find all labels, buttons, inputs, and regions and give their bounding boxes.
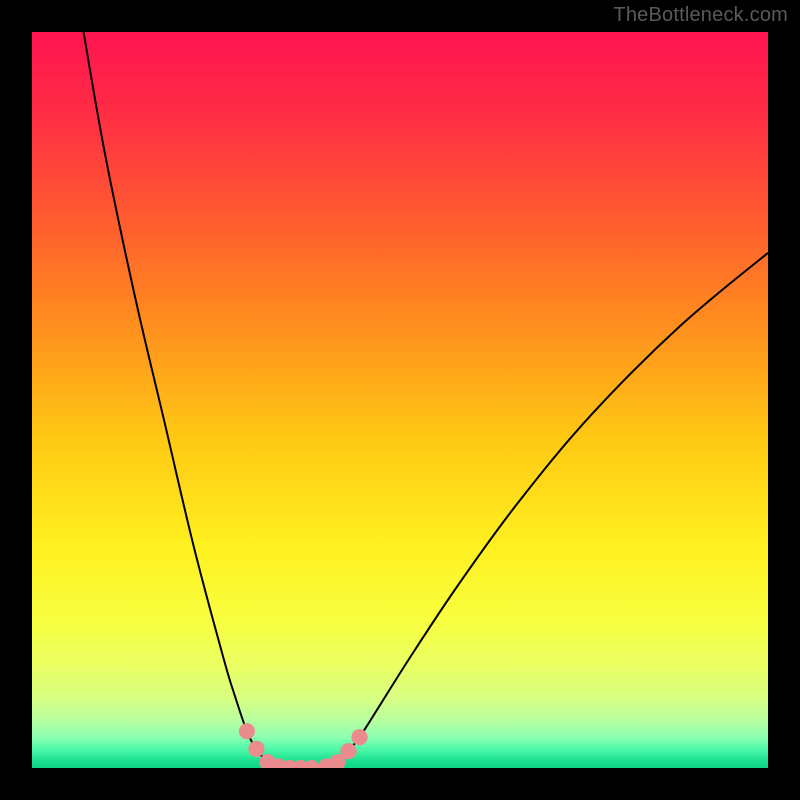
chart-svg [32,32,768,768]
data-marker [248,741,264,757]
data-marker [239,723,255,739]
watermark-label: TheBottleneck.com [613,4,788,27]
data-marker [351,729,367,745]
data-marker [340,743,356,759]
gradient-background [32,32,768,768]
chart-frame: TheBottleneck.com [0,0,800,800]
chart-plot [32,32,768,768]
